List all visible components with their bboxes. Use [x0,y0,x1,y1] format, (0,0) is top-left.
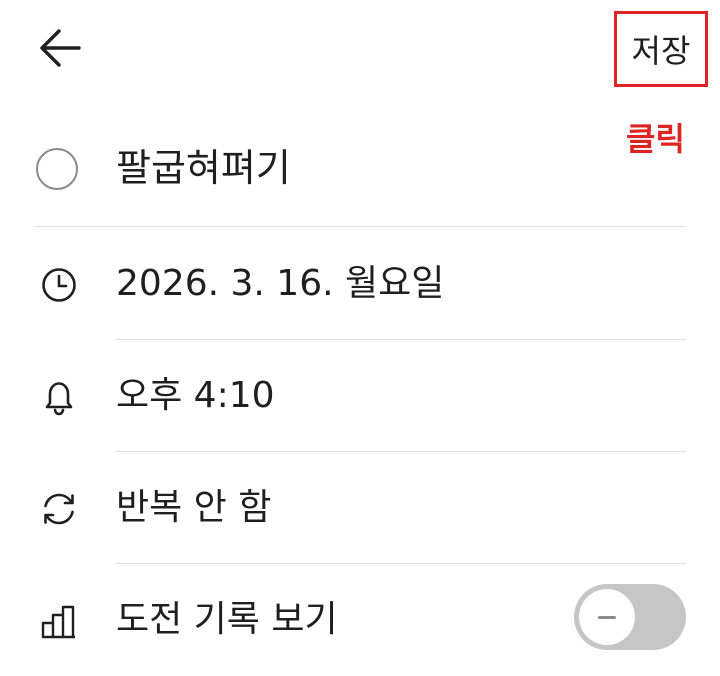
arrow-left-icon [40,29,81,67]
save-button[interactable]: 저장 [614,11,708,87]
toggle-knob [579,589,635,645]
repeat-row[interactable]: 반복 안 함 [0,452,720,564]
bar-chart-icon [38,600,80,642]
challenge-toggle[interactable] [574,584,686,650]
minus-icon [598,615,616,619]
alarm-label: 오후 4:10 [116,375,275,416]
date-label: 2026. 3. 16. 월요일 [116,263,445,304]
task-title[interactable]: 팔굽혀펴기 [116,140,291,196]
bell-icon [38,376,80,418]
title-divider [34,226,686,227]
complete-checkbox[interactable] [36,148,78,190]
date-row[interactable]: 2026. 3. 16. 월요일 [0,228,720,340]
alarm-row[interactable]: 오후 4:10 [0,340,720,452]
back-button[interactable] [30,22,88,74]
clock-icon [38,264,80,306]
click-annotation: 클릭 [626,120,685,158]
challenge-label: 도전 기록 보기 [116,599,338,640]
repeat-icon [38,488,80,530]
repeat-label: 반복 안 함 [116,487,272,528]
